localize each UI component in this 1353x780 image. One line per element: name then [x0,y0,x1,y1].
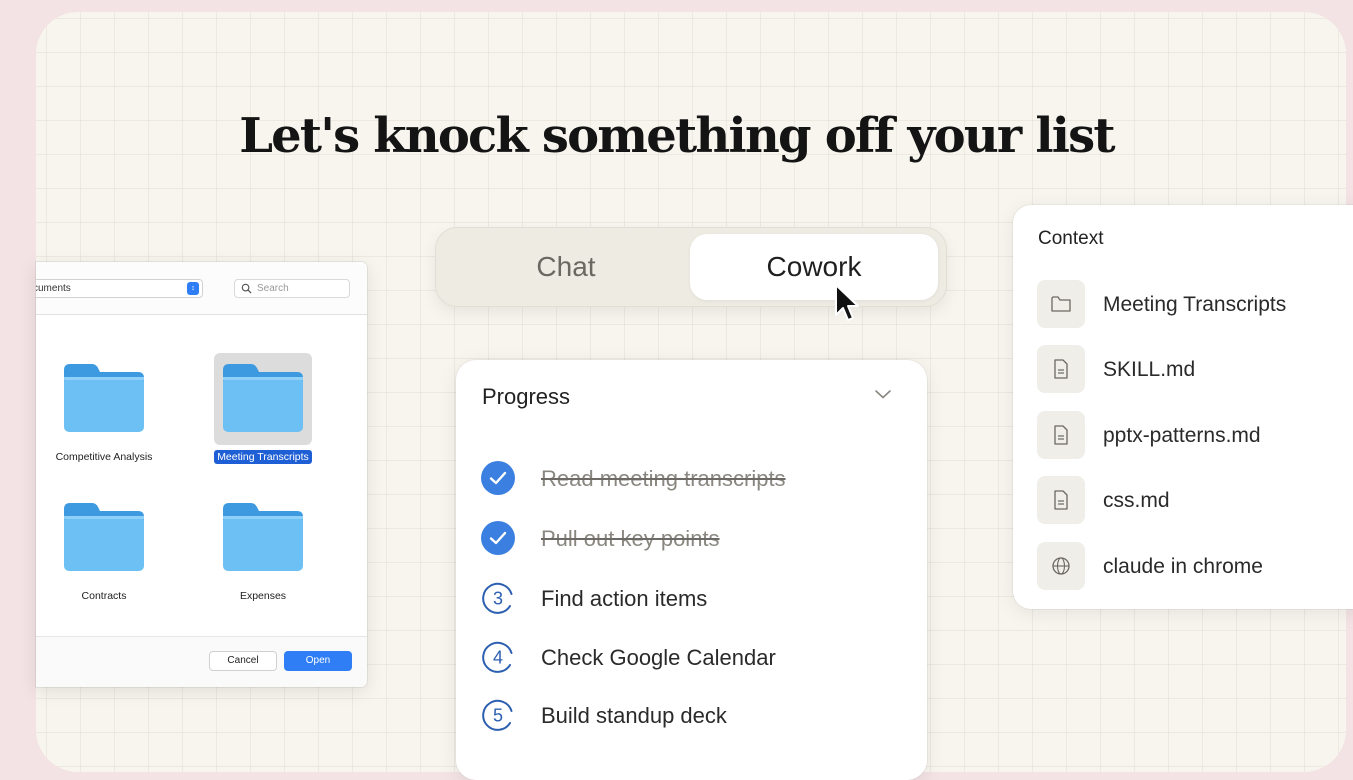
location-select[interactable]: cuments ↕ [36,279,203,298]
folder-label: Meeting Transcripts [214,450,312,464]
folder-icon [64,503,144,571]
check-circle-icon [481,521,515,555]
folder-item-competitive-analysis[interactable]: Competitive Analysis [36,353,174,465]
check-circle-icon [481,461,515,495]
folder-icon [223,364,303,432]
page-headline: Let's knock something off your list [239,108,1115,164]
mouse-pointer-icon [835,284,859,321]
chevron-updown-icon: ↕ [187,282,199,295]
folder-icon [64,364,144,432]
folder-icon [1051,296,1071,312]
folder-label: Contracts [81,590,127,602]
folder-item-contracts[interactable]: Contracts [36,492,174,604]
folder-label: Expenses [239,590,287,602]
document-icon [1054,490,1068,510]
document-icon [1054,359,1068,379]
step-number: 4 [493,648,503,668]
dialog-toolbar: cuments ↕ Search [36,262,367,315]
context-item-label: css.md [1103,489,1170,512]
progress-panel: Progress Read meeting transcripts Pull o… [456,360,927,780]
folder-item-expenses[interactable]: Expenses [193,492,333,604]
chevron-down-icon[interactable] [874,388,892,400]
search-icon [241,283,252,294]
step-label: Pull out key points [541,526,720,551]
mode-toggle: Chat Cowork [435,227,947,307]
folder-icon [223,503,303,571]
step-number-icon: 3 [482,582,513,614]
search-placeholder: Search [257,283,289,294]
step-label: Read meeting transcripts [541,466,786,491]
open-button[interactable]: Open [284,651,352,671]
tab-cowork[interactable]: Cowork [690,234,938,300]
context-title: Context [1038,228,1104,249]
document-icon [1054,425,1068,445]
context-panel: Context Meeting Transcripts SKILL.md ppt… [1013,205,1353,609]
folder-label: Competitive Analysis [55,451,153,463]
step-number: 5 [493,706,503,726]
folder-item-meeting-transcripts[interactable]: Meeting Transcripts [193,353,333,465]
step-label: Build standup deck [541,703,727,728]
dialog-footer: Cancel Open [36,636,367,687]
step-label: Find action items [541,586,708,611]
tab-chat[interactable]: Chat [442,234,690,300]
step-label: Check Google Calendar [541,645,776,670]
step-number: 3 [493,589,503,609]
context-item-label: Meeting Transcripts [1103,293,1287,316]
context-item-label: SKILL.md [1103,358,1196,381]
file-open-dialog: cuments ↕ Search Competitive Analysis Me… [36,262,367,687]
context-item-label: claude in chrome [1103,555,1263,578]
step-number-icon: 4 [482,641,513,673]
search-input[interactable]: Search [234,279,350,298]
cancel-button[interactable]: Cancel [209,651,277,671]
step-number-icon: 5 [482,699,513,731]
context-item-label: pptx-patterns.md [1103,424,1261,447]
location-select-value: cuments [36,283,71,294]
globe-icon [1052,557,1070,575]
progress-title: Progress [482,384,571,409]
